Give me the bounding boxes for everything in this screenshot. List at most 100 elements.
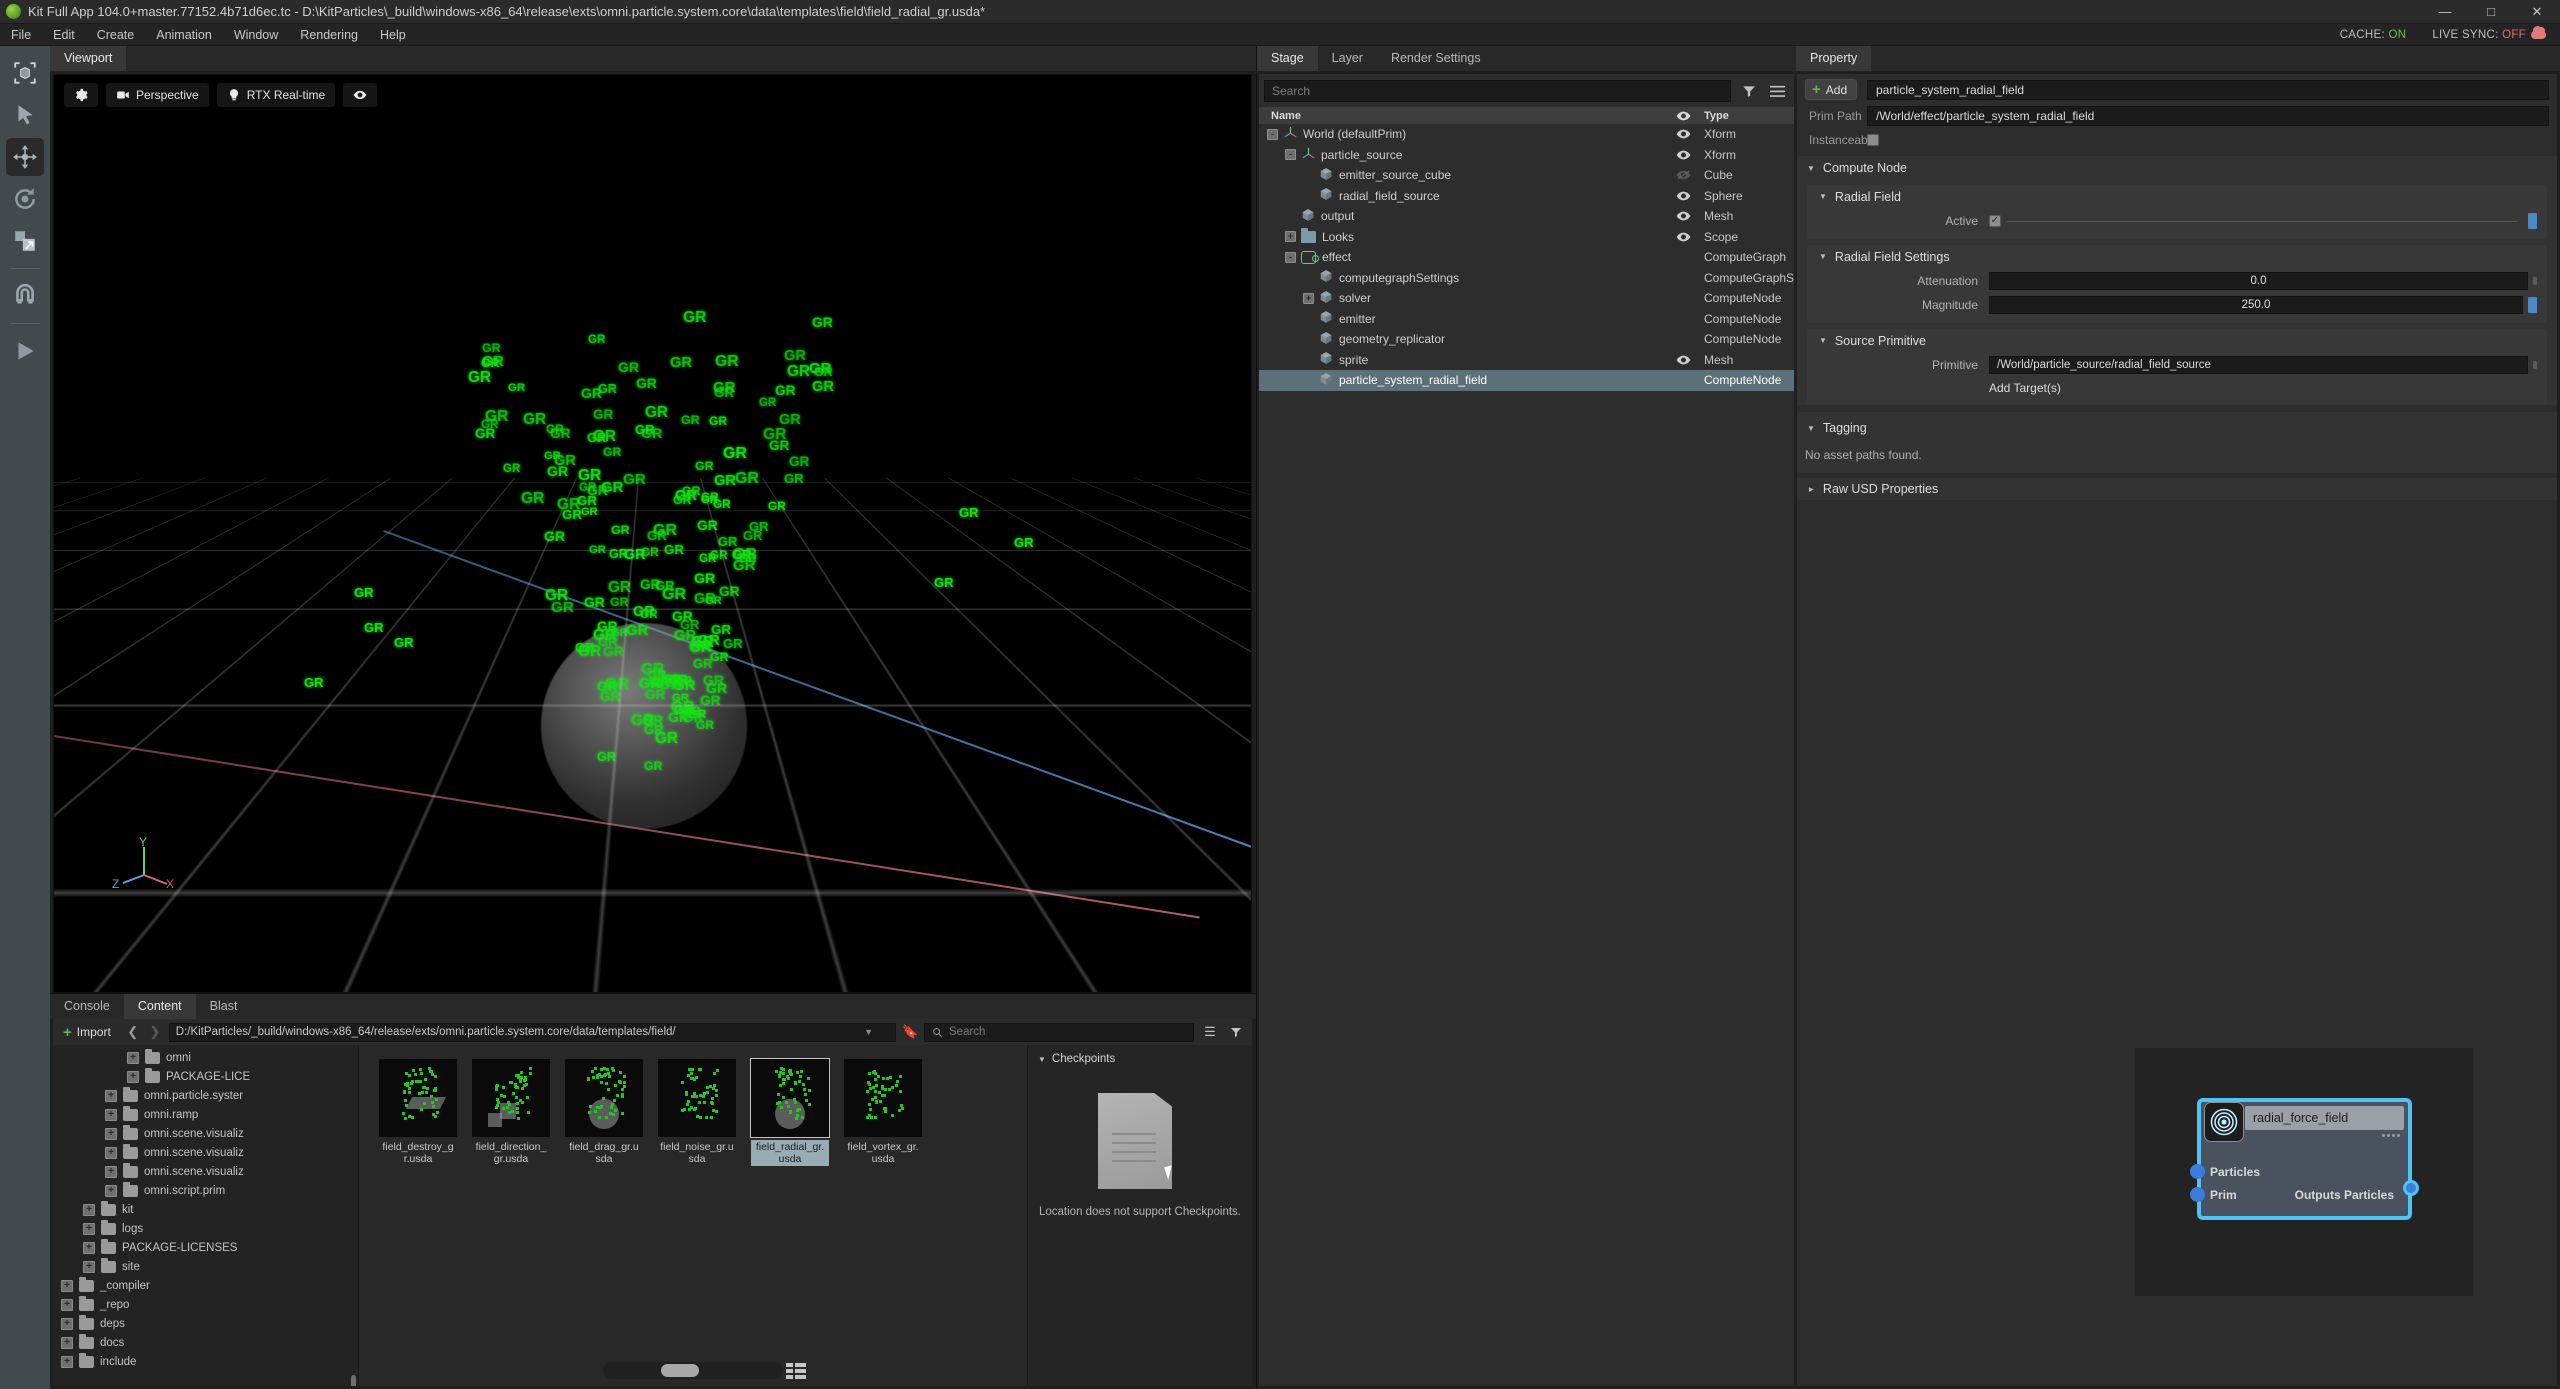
move-tool-icon[interactable] <box>6 138 44 176</box>
stage-row-computegraphsettings[interactable]: computegraphSettings ComputeGraphSe <box>1259 268 1794 289</box>
tab-content[interactable]: Content <box>123 994 196 1019</box>
folder-expander[interactable]: + <box>105 1127 117 1140</box>
content-search-input[interactable]: Search <box>924 1022 1194 1042</box>
expander-toggle[interactable]: + <box>1303 292 1314 304</box>
instanceable-checkbox[interactable] <box>1867 134 1879 146</box>
file-thumbnail[interactable]: field_direction_gr.usda <box>472 1059 550 1166</box>
primitive-override-marker[interactable] <box>2533 361 2537 369</box>
stage-row-solver[interactable]: + solver ComputeNode <box>1259 288 1794 309</box>
content-path-bar[interactable]: + Import ❮ ❯ D:/KitParticles/_build/wind… <box>53 1019 1252 1045</box>
menu-rendering[interactable]: Rendering <box>289 24 369 46</box>
folder-row[interactable]: + PACKAGE-LICE <box>53 1067 358 1086</box>
folder-expander[interactable]: + <box>61 1355 73 1368</box>
expander-toggle[interactable]: + <box>1285 231 1296 243</box>
visibility-toggle-icon[interactable] <box>1670 150 1696 160</box>
visibility-toggle-icon[interactable] <box>1670 129 1696 139</box>
scale-tool-icon[interactable] <box>6 222 44 260</box>
radial-field-header[interactable]: ▼ Radial Field <box>1807 185 2547 208</box>
menu-bar[interactable]: File Edit Create Animation Window Render… <box>0 24 2560 46</box>
folder-row[interactable]: + omni.scene.visualiz <box>53 1143 358 1162</box>
stage-row-radial-field-source[interactable]: radial_field_source Sphere <box>1259 186 1794 207</box>
folder-expander[interactable]: + <box>61 1298 73 1311</box>
viewport-canvas[interactable]: GR GR GR GR GR GR GR GR GR GR GR GR GR GR GR GR GR GR GR GR… <box>53 74 1252 993</box>
stage-row-sprite[interactable]: sprite Mesh <box>1259 350 1794 371</box>
folder-expander[interactable]: + <box>105 1184 117 1197</box>
visibility-toggle-icon[interactable] <box>1670 232 1696 242</box>
folder-row[interactable]: + include <box>53 1352 358 1371</box>
menu-animation[interactable]: Animation <box>145 24 223 46</box>
folder-row[interactable]: + omni.scene.visualiz <box>53 1124 358 1143</box>
folder-row[interactable]: + PACKAGE-LICENSES <box>53 1238 358 1257</box>
menu-edit[interactable]: Edit <box>42 24 86 46</box>
import-button[interactable]: + Import <box>59 1022 119 1043</box>
expander-toggle[interactable]: - <box>1285 149 1296 161</box>
window-controls[interactable]: — □ ✕ <box>2422 0 2560 24</box>
chevron-down-icon[interactable]: ▼ <box>864 1027 873 1037</box>
stage-row-effect[interactable]: - effect ComputeGraph <box>1259 247 1794 268</box>
viewport-settings-button[interactable] <box>64 83 98 107</box>
folder-row[interactable]: + site <box>53 1257 358 1276</box>
folder-row[interactable]: + logs <box>53 1219 358 1238</box>
viewport-toolbar[interactable]: Perspective RTX Real-time <box>64 83 378 107</box>
folder-expander[interactable]: + <box>105 1165 117 1178</box>
stage-row-particle-system-radial-field[interactable]: particle_system_radial_field ComputeNode <box>1259 370 1794 391</box>
add-targets-button[interactable]: Add Target(s) <box>1989 381 2537 395</box>
folder-row[interactable]: + docs <box>53 1333 358 1352</box>
primitive-input[interactable]: /World/particle_source/radial_field_sour… <box>1989 356 2528 374</box>
play-icon[interactable] <box>6 332 44 370</box>
rotate-tool-icon[interactable] <box>6 180 44 218</box>
folder-row[interactable]: + deps <box>53 1314 358 1333</box>
camera-perspective-button[interactable]: Perspective <box>106 83 209 107</box>
view-mode-icon[interactable] <box>786 1363 806 1379</box>
folder-expander[interactable]: + <box>105 1146 117 1159</box>
folder-expander[interactable]: + <box>105 1108 117 1121</box>
graph-input-prim[interactable]: Prim <box>2190 1187 2237 1202</box>
content-list-options-icon[interactable]: ☰ <box>1200 1022 1220 1042</box>
tab-viewport[interactable]: Viewport <box>50 46 127 71</box>
folder-row[interactable]: + omni.particle.syster <box>53 1086 358 1105</box>
file-thumbnail[interactable]: field_destroy_gr.usda <box>379 1059 457 1166</box>
content-filter-icon[interactable] <box>1226 1022 1246 1042</box>
stage-row-looks[interactable]: + Looks Scope <box>1259 227 1794 248</box>
graph-output-dot-icon[interactable] <box>2403 1180 2419 1196</box>
tagging-header[interactable]: ▼ Tagging <box>1797 418 2557 438</box>
visibility-toggle-icon[interactable] <box>1670 170 1696 180</box>
menu-create[interactable]: Create <box>86 24 146 46</box>
close-button[interactable]: ✕ <box>2514 0 2560 24</box>
property-tabbar[interactable]: Property <box>1796 46 2560 71</box>
stage-row-output[interactable]: output Mesh <box>1259 206 1794 227</box>
folder-expander[interactable]: + <box>127 1051 139 1064</box>
folder-expander[interactable]: + <box>61 1336 73 1349</box>
tree-scrollbar[interactable] <box>351 1375 356 1386</box>
active-override-marker[interactable] <box>2528 213 2537 229</box>
prim-name-input[interactable]: particle_system_radial_field <box>1867 79 2549 100</box>
file-thumbnails[interactable]: field_destroy_gr.usda field_direction_gr.… <box>359 1045 1027 1166</box>
stage-row-geometry-replicator[interactable]: geometry_replicator ComputeNode <box>1259 329 1794 350</box>
expander-toggle[interactable]: - <box>1285 251 1296 263</box>
folder-row[interactable]: + omni.scene.visualiz <box>53 1162 358 1181</box>
nav-forward-icon[interactable]: ❯ <box>147 1024 163 1040</box>
raw-usd-header[interactable]: ▼ Raw USD Properties <box>1797 478 2557 500</box>
path-input[interactable]: D:/KitParticles/_build/windows-x86_64/re… <box>168 1022 896 1042</box>
nav-back-icon[interactable]: ❮ <box>125 1024 141 1040</box>
stage-row-particle-source[interactable]: - particle_source Xform <box>1259 145 1794 166</box>
source-primitive-header[interactable]: ▼ Source Primitive <box>1807 329 2547 352</box>
minimize-button[interactable]: — <box>2422 0 2468 24</box>
visibility-toggle-icon[interactable] <box>1670 355 1696 365</box>
attenuation-override-marker[interactable] <box>2533 277 2537 285</box>
folder-row[interactable]: + omni.ramp <box>53 1105 358 1124</box>
menu-window[interactable]: Window <box>223 24 289 46</box>
stage-options-icon[interactable] <box>1767 81 1787 101</box>
slider-knob[interactable] <box>661 1364 699 1377</box>
tab-blast[interactable]: Blast <box>195 994 252 1019</box>
thumbnail-zoom-slider[interactable] <box>603 1362 783 1379</box>
file-thumbnail[interactable]: field_vortex_gr.usda <box>844 1059 922 1166</box>
active-checkbox[interactable]: ✓ <box>1989 215 2001 227</box>
folder-expander[interactable]: + <box>83 1241 95 1254</box>
checkpoints-header[interactable]: ▼ Checkpoints <box>1038 1053 1242 1065</box>
stage-tabbar[interactable]: Stage Layer Render Settings <box>1257 46 1796 71</box>
visibility-toggle-icon[interactable] <box>1670 211 1696 221</box>
tab-console[interactable]: Console <box>50 994 124 1019</box>
snap-magnet-icon[interactable] <box>6 277 44 315</box>
visibility-toggle-icon[interactable] <box>1670 191 1696 201</box>
